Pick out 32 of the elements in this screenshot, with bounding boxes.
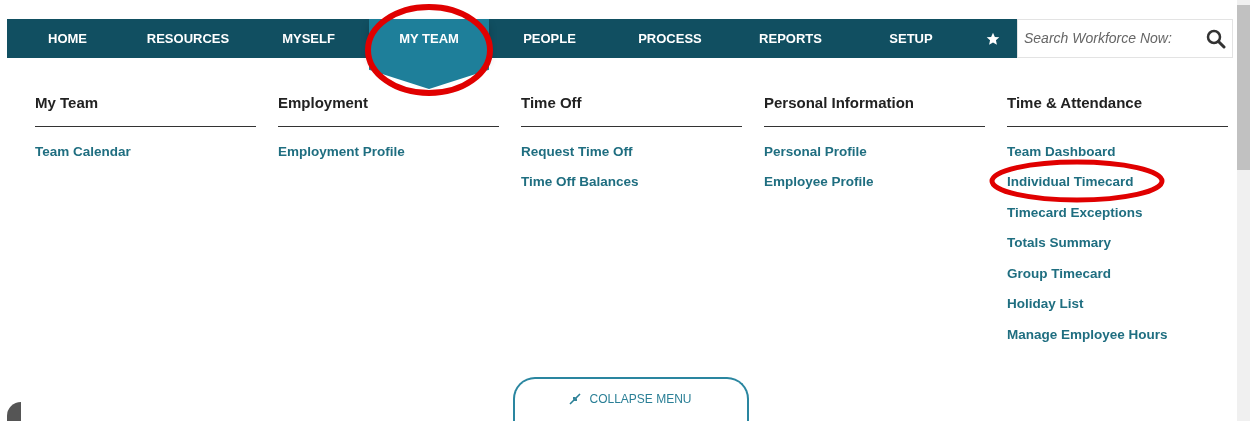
menu-link[interactable]: Group Timecard xyxy=(1007,263,1112,284)
collapse-menu-button[interactable]: COLLAPSE MENU xyxy=(512,377,749,421)
menu-link[interactable]: Request Time Off xyxy=(521,141,633,162)
menu-link[interactable]: Employment Profile xyxy=(278,141,405,162)
menu-link[interactable]: Totals Summary xyxy=(1007,233,1112,254)
menu-link[interactable]: Employee Profile xyxy=(764,172,874,193)
search-input: Search Workforce Now: xyxy=(1024,28,1206,49)
menu-link[interactable]: Manage Employee Hours xyxy=(1007,324,1168,345)
nav-tab[interactable]: RESOURCES xyxy=(128,19,248,58)
menu-link[interactable]: Time Off Balances xyxy=(521,172,639,193)
collapse-icon xyxy=(569,393,582,405)
column-heading: Personal Information xyxy=(764,92,985,127)
search-icon[interactable] xyxy=(1206,28,1226,49)
menu-link[interactable]: Team Calendar xyxy=(35,141,131,162)
nav-tab[interactable]: HOME xyxy=(7,19,128,58)
nav-tab[interactable]: MYSELF xyxy=(248,19,369,58)
menu-link[interactable]: Individual Timecard xyxy=(1007,172,1134,193)
menu-link[interactable]: Team Dashboard xyxy=(1007,141,1116,162)
nav-tab[interactable]: PROCESS xyxy=(610,19,730,58)
menu-link[interactable]: Personal Profile xyxy=(764,141,867,162)
star-icon[interactable] xyxy=(986,31,1000,46)
menu-link[interactable]: Timecard Exceptions xyxy=(1007,202,1143,223)
search-field[interactable]: Search Workforce Now: xyxy=(1017,19,1233,58)
column-heading: Time & Attendance xyxy=(1007,92,1228,127)
nav-tab[interactable]: SETUP xyxy=(851,19,971,58)
column-heading: Time Off xyxy=(521,92,742,127)
menu-link[interactable]: Holiday List xyxy=(1007,294,1084,315)
nav-tab[interactable]: PEOPLE xyxy=(489,19,610,58)
corner-shape xyxy=(7,402,21,421)
column-heading: Employment xyxy=(278,92,499,127)
column-heading: My Team xyxy=(35,92,256,127)
nav-tab[interactable]: REPORTS xyxy=(730,19,851,58)
